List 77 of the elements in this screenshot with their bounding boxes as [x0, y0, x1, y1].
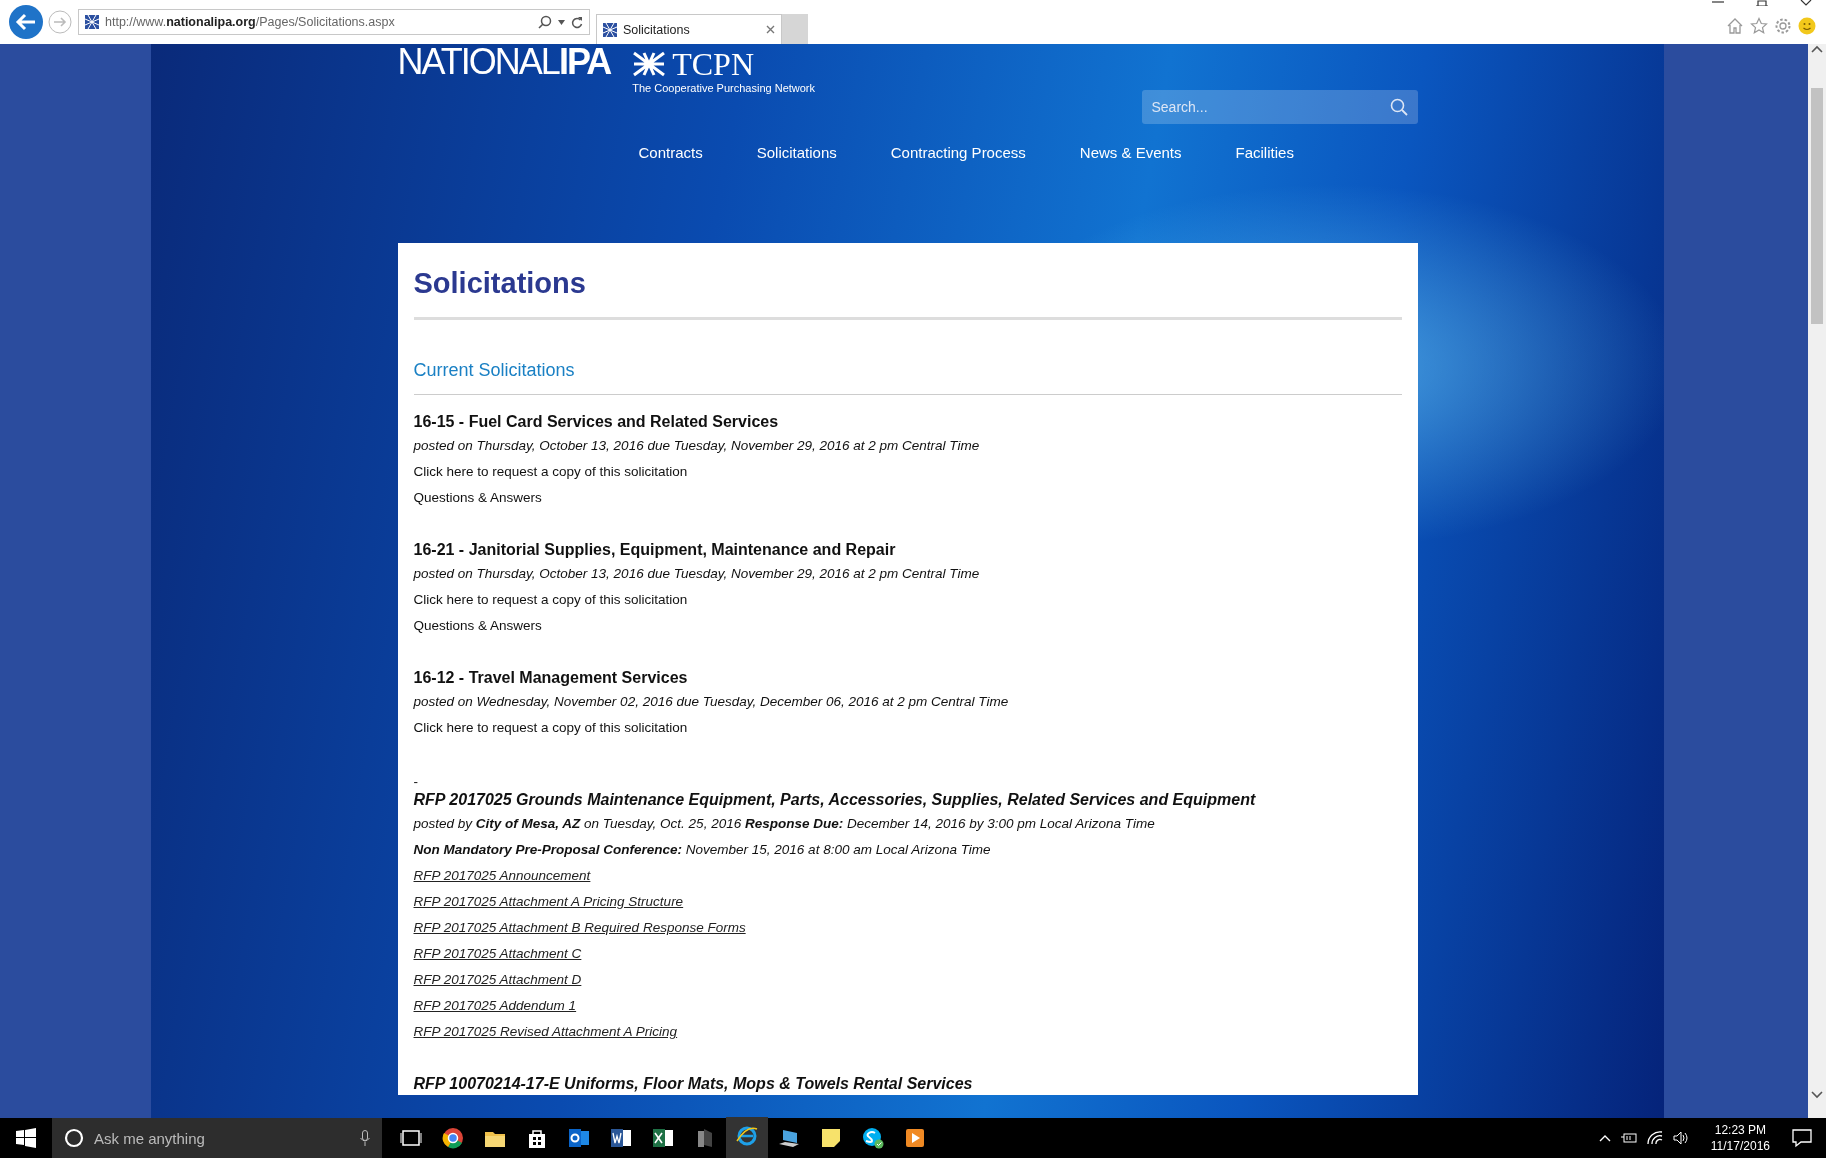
media-player-icon[interactable]: [904, 1127, 926, 1149]
solicitation-title: 16-12 - Travel Management Services: [413, 668, 688, 688]
scroll-up-icon[interactable]: [1811, 44, 1823, 54]
solicitation-link[interactable]: Click here to request a copy of this solicitation: [413, 715, 688, 741]
solicitation-title: 16-15 - Fuel Card Services and Related Services: [413, 412, 779, 432]
url-text[interactable]: http://www.nationalipa.org/Pages/Solicitations.aspx: [105, 15, 532, 29]
nav-link[interactable]: Contracting Process: [890, 144, 1026, 161]
caret-up-icon[interactable]: [1598, 1134, 1611, 1142]
solicitation-link[interactable]: Click here to request a copy of this solicitation: [413, 459, 688, 485]
volume-icon[interactable]: [1672, 1131, 1689, 1145]
section-heading: Current Solicitations: [413, 359, 575, 382]
conference-text: Non Mandatory Pre-Proposal Conference: November 15, 2016 at 8:00 am Local Arizona Time: [413, 841, 991, 859]
back-button[interactable]: [8, 4, 44, 40]
site-logo-icon: [603, 22, 617, 37]
rfp-title: RFP 2017025 Grounds Maintenance Equipment, Parts, Accessories, Supplies, Related Services and Equipment: [413, 790, 1256, 810]
posted-date-text: posted on Wednesday, November 02, 2016 due Tuesday, December 06, 2016 at 2 pm Central Time: [413, 693, 1009, 711]
restore-icon[interactable]: [1756, 0, 1768, 6]
notification-icon[interactable]: [1792, 1128, 1812, 1148]
battery-icon[interactable]: [1620, 1132, 1637, 1144]
partner-logo-text[interactable]: TCPN: [672, 46, 754, 82]
network-logo-icon: [632, 51, 667, 77]
nav-link[interactable]: News & Events: [1079, 144, 1182, 161]
search-icon[interactable]: [538, 15, 552, 29]
logo-tagline: The Cooperative Purchasing Network: [632, 82, 816, 94]
search-icon[interactable]: [1389, 98, 1408, 116]
search-placeholder: Search...: [1151, 99, 1208, 115]
document-link[interactable]: RFP 2017025 Attachment C: [413, 941, 582, 967]
document-link[interactable]: RFP 2017025 Attachment D: [413, 967, 582, 993]
dropdown-caret-icon[interactable]: [558, 19, 565, 25]
laptop-icon[interactable]: [778, 1127, 800, 1149]
document-link[interactable]: RFP 2017025 Announcement: [413, 863, 591, 889]
settings-icon[interactable]: [1774, 17, 1792, 35]
sticky-note-icon[interactable]: [820, 1127, 842, 1149]
star-icon[interactable]: [1750, 17, 1768, 35]
posted-date-text: posted on Thursday, October 13, 2016 due Tuesday, November 29, 2016 at 2 pm Central Time: [413, 437, 980, 455]
web-browser-icon[interactable]: [736, 1125, 758, 1147]
spreadsheet-app-icon[interactable]: [652, 1127, 674, 1149]
smiley-icon[interactable]: [1798, 17, 1816, 35]
solicitation-title: 16-21 - Janitorial Supplies, Equipment, Maintenance and Repair: [413, 540, 896, 560]
microphone-icon[interactable]: [360, 1130, 370, 1146]
browser-app-icon[interactable]: [442, 1127, 464, 1149]
nav-link[interactable]: Contracts: [638, 144, 703, 161]
home-icon[interactable]: [1726, 17, 1744, 35]
document-link[interactable]: RFP 2017025 Addendum 1: [413, 993, 577, 1019]
tab-title: Solicitations: [623, 22, 691, 37]
address-bar[interactable]: http://www.nationalipa.org/Pages/Solicitations.aspx: [78, 9, 590, 35]
windows-logo-icon[interactable]: [16, 1128, 36, 1148]
solicitation-link[interactable]: Questions & Answers: [413, 613, 542, 639]
page-title: Solicitations: [413, 266, 586, 301]
nav-link[interactable]: Facilities: [1235, 144, 1294, 161]
chat-app-icon[interactable]: [862, 1127, 884, 1149]
logo-text[interactable]: NATIONALIPA: [397, 46, 611, 78]
scrollbar-thumb[interactable]: [1811, 88, 1823, 324]
wifi-icon[interactable]: [1646, 1131, 1663, 1145]
rfp-title: RFP 10070214-17-E Uniforms, Floor Mats, Mops & Towels Rental Services: [413, 1074, 973, 1094]
search-placeholder: Ask me anything: [94, 1129, 206, 1147]
clock-time[interactable]: 12:23 PM: [1714, 1122, 1767, 1138]
clock-date[interactable]: 11/17/2016: [1710, 1138, 1770, 1154]
task-view-icon[interactable]: [400, 1127, 422, 1149]
solicitation-link[interactable]: Questions & Answers: [413, 485, 542, 511]
posted-by-text: posted by City of Mesa, AZ on Tuesday, Oct. 25, 2016 Response Due: December 14, 2016 by 3:00 pm Local Arizona Time: [413, 815, 1155, 833]
shopping-bag-icon[interactable]: [526, 1127, 548, 1149]
refresh-icon[interactable]: [571, 15, 583, 29]
assistant-ring-icon: [64, 1128, 84, 1148]
document-link[interactable]: RFP 2017025 Attachment B Required Response Forms: [413, 915, 746, 941]
document-link[interactable]: RFP 2017025 Revised Attachment A Pricing: [413, 1019, 678, 1045]
dash-text: -: [413, 775, 418, 789]
document-app-icon[interactable]: [610, 1127, 632, 1149]
minimize-icon[interactable]: [1712, 0, 1724, 4]
posted-date-text: posted on Thursday, October 13, 2016 due Tuesday, November 29, 2016 at 2 pm Central Time: [413, 565, 980, 583]
site-logo-icon: [85, 15, 99, 29]
mail-app-icon[interactable]: [568, 1127, 590, 1149]
scroll-down-icon[interactable]: [1811, 1090, 1823, 1100]
taskbar-search-field[interactable]: Ask me anything: [52, 1118, 382, 1158]
document-link[interactable]: RFP 2017025 Attachment A Pricing Structure: [413, 889, 684, 915]
solicitation-link[interactable]: Click here to request a copy of this solicitation: [413, 587, 688, 613]
nav-link[interactable]: Solicitations: [756, 144, 837, 161]
